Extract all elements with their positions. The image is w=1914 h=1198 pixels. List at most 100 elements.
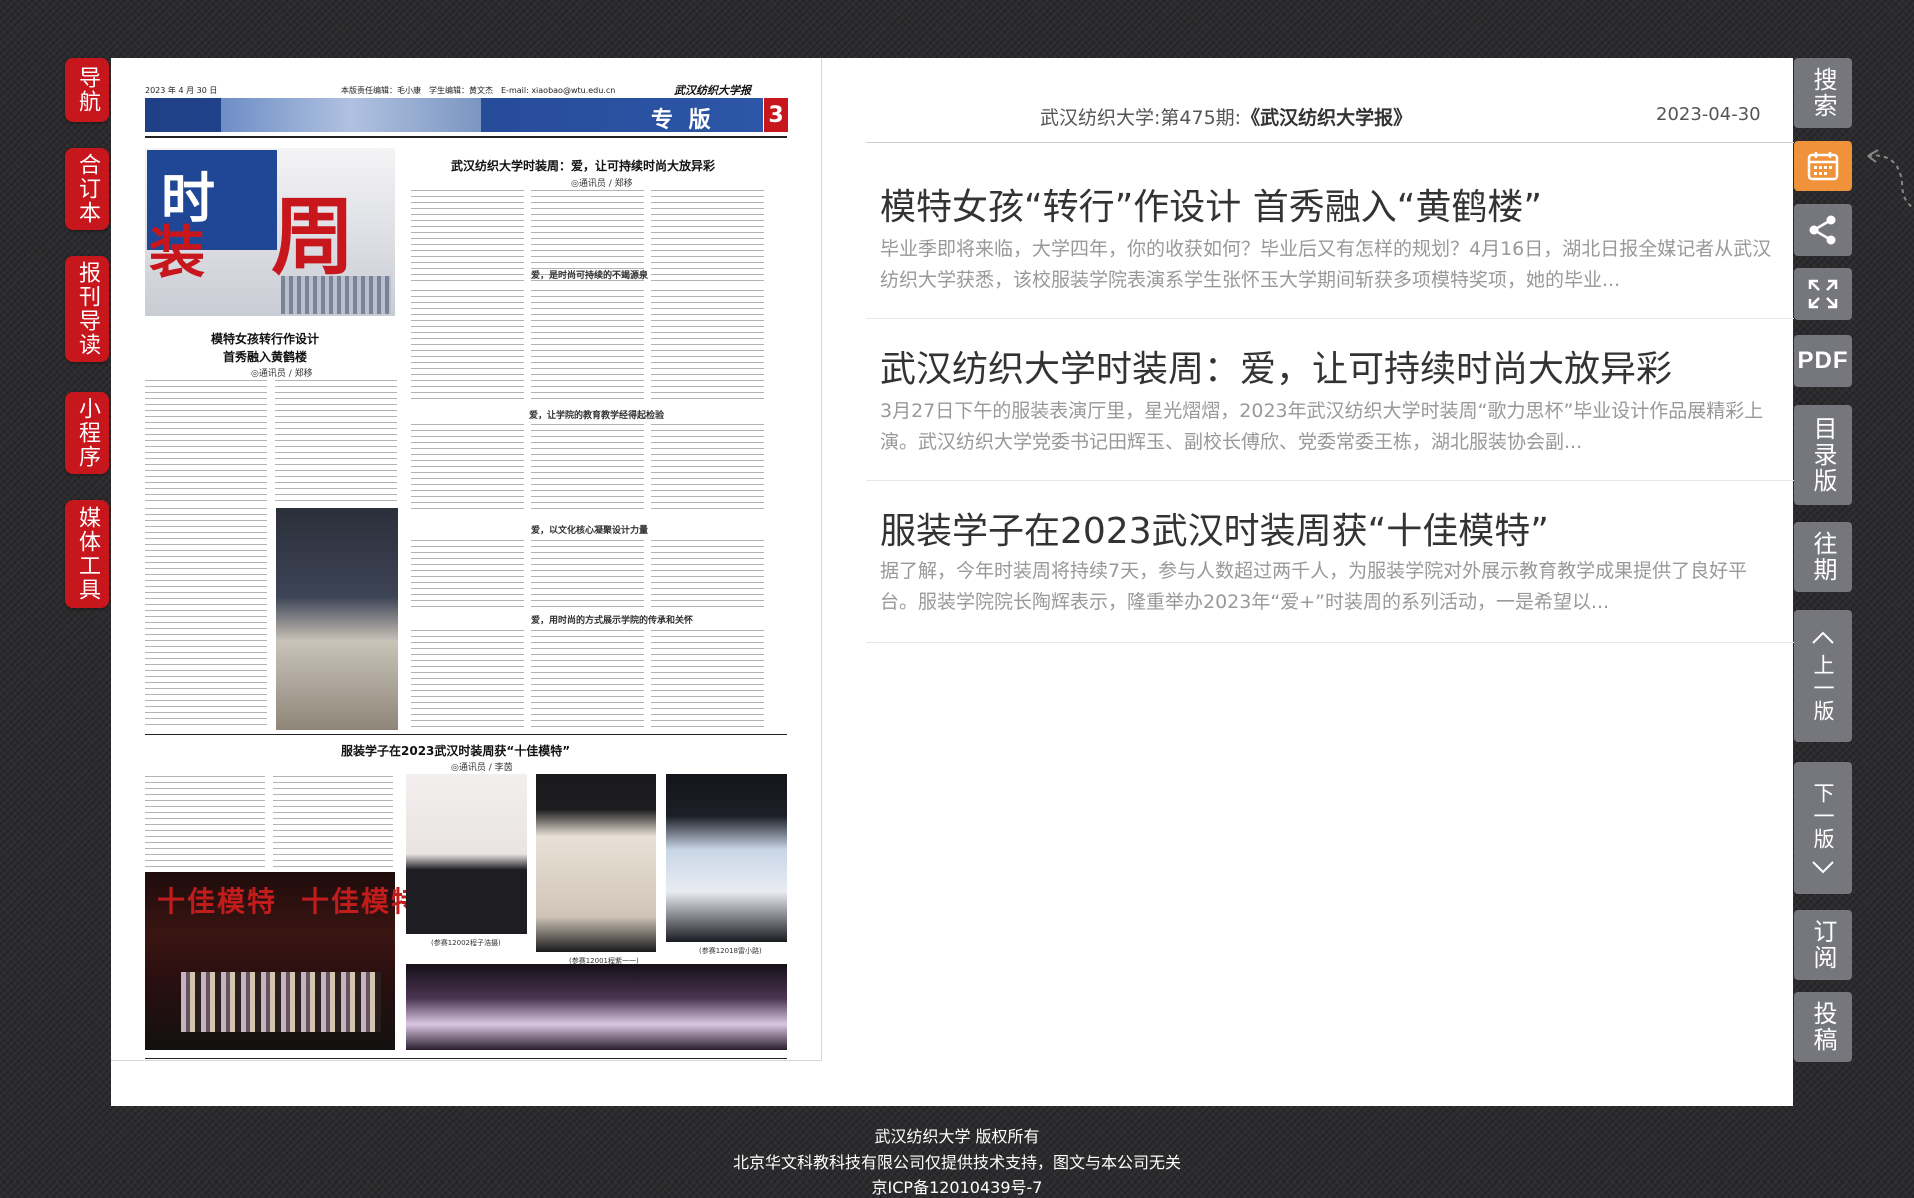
photo-caption-1: (参赛12002程子浩摄) <box>431 939 501 947</box>
header-divider <box>866 142 1794 143</box>
fullscreen-icon <box>1808 279 1838 309</box>
tab-newspaper-guide[interactable]: 报刊导读 <box>65 256 109 362</box>
tab-mini-program-label: 小程序 <box>75 397 100 469</box>
newspaper-date: 2023 年 4 月 30 日 <box>145 86 218 95</box>
newspaper-editor-line: 本版责任编辑：毛小康 学生编辑：黄文杰 E-mail: xiaobao@wtu.… <box>341 86 616 95</box>
article-divider <box>866 642 1794 643</box>
article-text-block[interactable] <box>651 424 764 514</box>
next-page-button[interactable]: 下一版 <box>1794 762 1852 894</box>
article-divider <box>866 318 1794 319</box>
header-rule <box>145 136 787 138</box>
headline-model-line2[interactable]: 首秀融入黄鹤楼 <box>223 348 307 365</box>
newspaper-page-image[interactable]: 2023 年 4 月 30 日 本版责任编辑：毛小康 学生编辑：黄文杰 E-ma… <box>111 58 822 1061</box>
model-photo-3[interactable] <box>666 774 787 942</box>
photo-caption-3: (参赛12018雷小路) <box>699 947 762 955</box>
model-photo-1[interactable] <box>406 774 527 934</box>
article-text-block[interactable] <box>145 380 267 502</box>
tab-navigation[interactable]: 导航 <box>65 58 109 122</box>
tab-bound-volume[interactable]: 合订本 <box>65 148 109 230</box>
logo-char-zhou: 周 <box>271 187 356 286</box>
article-text-block[interactable] <box>275 380 397 502</box>
footer-rule <box>145 1058 787 1059</box>
article-text-block[interactable] <box>651 190 764 286</box>
search-button[interactable]: 搜索 <box>1794 58 1852 128</box>
article-text-block[interactable] <box>411 424 524 514</box>
share-icon <box>1809 215 1836 245</box>
chevron-down-icon <box>1812 860 1834 873</box>
article-text-block[interactable] <box>651 540 764 608</box>
share-button[interactable] <box>1794 204 1852 256</box>
issue-info: 武汉纺织大学:第475期:《武汉纺织大学报》 <box>1040 103 1412 130</box>
subscribe-label: 订阅 <box>1809 919 1837 971</box>
section-rule <box>145 734 787 735</box>
search-label: 搜索 <box>1809 67 1837 119</box>
model-gown-photo[interactable] <box>276 508 398 730</box>
next-page-label: 下一版 <box>1811 781 1835 851</box>
article-text-block[interactable] <box>411 290 524 400</box>
tab-media-tools-label: 媒体工具 <box>75 506 100 602</box>
headline-top-models[interactable]: 服装学子在2023武汉时装周获“十佳模特” <box>341 742 570 759</box>
article-text-block[interactable] <box>531 424 644 514</box>
table-of-contents-button[interactable]: 目录版 <box>1794 405 1852 505</box>
page-number-badge: 3 <box>764 98 788 132</box>
section-label: 专 版 <box>651 108 715 133</box>
table-of-contents-label: 目录版 <box>1809 416 1837 494</box>
article-text-block[interactable] <box>531 540 644 608</box>
article-text-block[interactable] <box>651 630 764 730</box>
subhead-4: 爱，用时尚的方式展示学院的传承和关怀 <box>531 616 694 626</box>
article-text-block[interactable] <box>145 508 267 728</box>
tab-navigation-label: 导航 <box>75 66 100 114</box>
tab-mini-program[interactable]: 小程序 <box>65 392 109 474</box>
footer-copyright: 武汉纺织大学 版权所有 <box>874 1127 1040 1146</box>
pdf-button[interactable]: PDF <box>1794 335 1852 387</box>
article-title-3[interactable]: 服装学子在2023武汉时装周获“十佳模特” <box>880 502 1549 554</box>
calendar-button[interactable] <box>1794 141 1852 191</box>
article-text-block[interactable] <box>531 290 644 400</box>
byline-fashion-week: ◎通讯员 / 郑移 <box>571 179 633 189</box>
model-photo-2[interactable] <box>536 774 656 952</box>
hint-arrow-icon <box>1867 149 1914 209</box>
fullscreen-button[interactable] <box>1794 268 1852 320</box>
tab-media-tools[interactable]: 媒体工具 <box>65 500 109 608</box>
byline-top-models: ◎通讯员 / 李茵 <box>451 763 513 773</box>
footer-tech-support: 北京华文科教科技有限公司仅提供技术支持，图文与本公司无关 <box>732 1153 1181 1172</box>
pdf-label: PDF <box>1797 347 1849 374</box>
article-text-block[interactable] <box>273 776 393 868</box>
article-text-block[interactable] <box>651 290 764 400</box>
issue-date: 2023-04-30 <box>1656 104 1761 125</box>
article-summary-2[interactable]: 3月27日下午的服装表演厅里，星光熠熠，2023年武汉纺织大学时装周“歌力思杯”… <box>880 396 1780 458</box>
article-title-1[interactable]: 模特女孩“转行”作设计 首秀融入“黄鹤楼” <box>880 178 1542 230</box>
article-text-block[interactable] <box>145 776 265 868</box>
article-text-block[interactable] <box>531 630 644 730</box>
article-title-2[interactable]: 武汉纺织大学时装周：爱，让可持续时尚大放异彩 <box>880 340 1672 392</box>
article-divider <box>866 480 1794 481</box>
newspaper-masthead: 武汉纺织大学报 <box>674 84 751 97</box>
logo-building-photo <box>281 276 391 314</box>
stage-models-row <box>181 972 381 1032</box>
stage-banner-text-right: 十佳模特 <box>301 885 422 918</box>
issue-prefix: 武汉纺织大学:第475期: <box>1040 107 1242 129</box>
submit-article-label: 投稿 <box>1809 1001 1837 1053</box>
subscribe-button[interactable]: 订阅 <box>1794 910 1852 980</box>
article-summary-1[interactable]: 毕业季即将来临，大学四年，你的收获如何？毕业后又有怎样的规划？4月16日，湖北日… <box>880 234 1780 296</box>
logo-char-zhuang: 装 <box>149 220 205 286</box>
subhead-2: 爱，让学院的教育教学经得起检验 <box>529 411 665 421</box>
subhead-1: 爱，是时尚可持续的不竭源泉 <box>531 271 649 281</box>
article-summary-3[interactable]: 据了解，今年时装周将持续7天，参与人数超过两千人，为服装学院对外展示教育教学成果… <box>880 556 1780 618</box>
subhead-3: 爱，以文化核心凝聚设计力量 <box>531 526 649 536</box>
runway-photo[interactable] <box>406 964 787 1050</box>
article-text-block[interactable] <box>411 540 524 608</box>
campus-banner-photo <box>221 98 481 132</box>
previous-page-button[interactable]: 上一版 <box>1794 610 1852 742</box>
past-issues-label: 往期 <box>1809 531 1837 583</box>
headline-fashion-week[interactable]: 武汉纺织大学时装周：爱，让可持续时尚大放异彩 <box>451 157 715 174</box>
past-issues-button[interactable]: 往期 <box>1794 522 1852 592</box>
stage-banner-text-left: 十佳模特 <box>157 885 278 918</box>
headline-model-line1[interactable]: 模特女孩转行作设计 <box>211 330 319 347</box>
tab-bound-volume-label: 合订本 <box>75 153 100 225</box>
previous-page-label: 上一版 <box>1811 653 1835 723</box>
article-text-block[interactable] <box>411 190 524 286</box>
footer-icp[interactable]: 京ICP备12010439号-7 <box>0 1174 1914 1198</box>
submit-article-button[interactable]: 投稿 <box>1794 992 1852 1062</box>
article-text-block[interactable] <box>411 630 524 730</box>
